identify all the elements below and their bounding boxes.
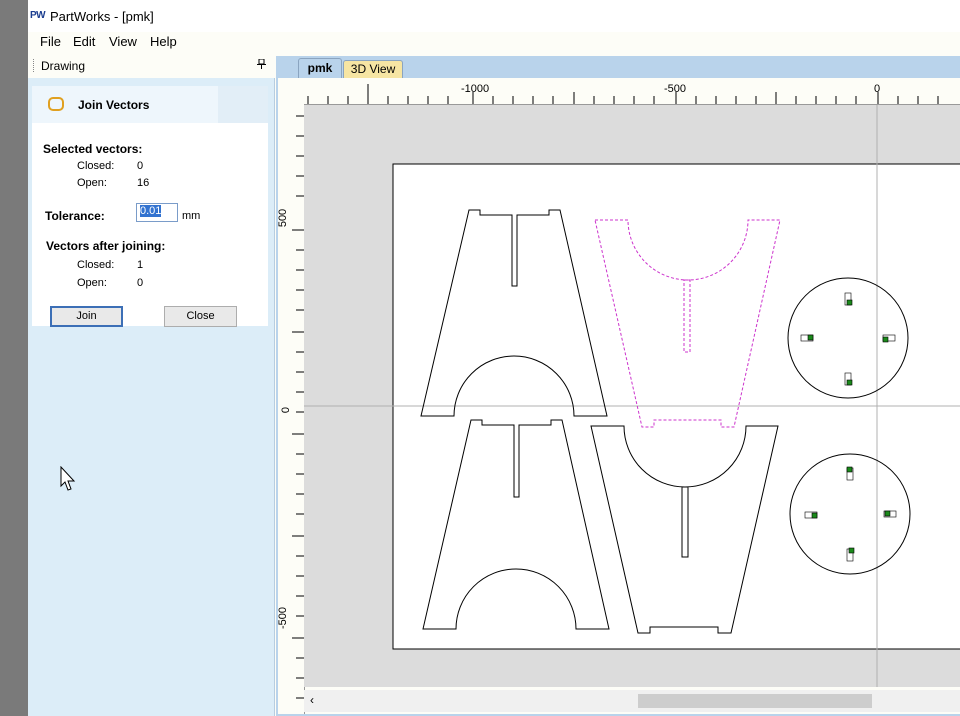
horizontal-scrollbar[interactable]: ‹ — [304, 690, 960, 712]
tolerance-value[interactable]: 0.01 — [140, 205, 162, 217]
after-closed-label: Closed: — [77, 259, 115, 271]
h-ruler-label-neg1000: -1000 — [461, 83, 490, 95]
v-ruler-label-0: 0 — [280, 406, 293, 414]
after-open-value: 0 — [137, 277, 144, 289]
after-closed-value: 1 — [137, 259, 144, 271]
horizontal-ruler: -1000 -500 0 — [278, 78, 960, 105]
window-title: PartWorks - [pmk] — [50, 9, 154, 24]
tolerance-label: Tolerance: — [45, 209, 105, 223]
title-bar: PW PartWorks - [pmk] — [28, 0, 960, 32]
mouse-cursor-icon — [60, 465, 76, 495]
join-button[interactable]: Join — [50, 306, 123, 327]
scroll-thumb[interactable] — [638, 694, 872, 708]
header-accent — [218, 86, 268, 123]
selected-open-label: Open: — [77, 177, 107, 189]
join-vectors-title: Join Vectors — [78, 98, 150, 112]
vertical-ruler: 500 0 -500 — [278, 104, 305, 714]
join-vectors-header: Join Vectors — [32, 86, 218, 123]
panel-grip-handle[interactable] — [33, 59, 35, 72]
panel-title: Drawing — [41, 59, 86, 73]
v-ruler-label-500: 500 — [278, 208, 290, 228]
canvas-frame: -1000 -500 0 500 0 -500 ‹ — [278, 78, 960, 714]
selected-closed-label: Closed: — [77, 160, 115, 172]
scroll-left-arrow-icon[interactable]: ‹ — [310, 693, 314, 707]
menu-bar: File Edit View Help — [28, 32, 960, 52]
h-ruler-label-neg500: -500 — [664, 83, 687, 95]
drawing-panel: Join Vectors Selected vectors: Closed: 0… — [28, 78, 275, 716]
view-area: pmk 3D View -1000 -500 0 500 0 -500 ‹ — [276, 56, 960, 716]
after-joining-heading: Vectors after joining: — [46, 239, 166, 253]
app-logo-icon: PW — [30, 10, 46, 21]
selected-open-value: 16 — [137, 177, 150, 189]
selected-closed-value: 0 — [137, 160, 144, 172]
tab-pmk[interactable]: pmk — [298, 58, 342, 78]
tolerance-input[interactable]: 0.01 — [136, 203, 178, 222]
after-open-label: Open: — [77, 277, 107, 289]
join-vectors-form: Join Vectors Selected vectors: Closed: 0… — [32, 86, 268, 327]
menu-help[interactable]: Help — [150, 34, 177, 49]
drawing-canvas[interactable] — [304, 105, 960, 687]
menu-view[interactable]: View — [109, 34, 137, 49]
menu-edit[interactable]: Edit — [73, 34, 95, 49]
app-window: PW PartWorks - [pmk] File Edit View Help… — [28, 0, 960, 716]
pin-icon[interactable] — [257, 58, 266, 72]
tolerance-unit: mm — [182, 210, 201, 222]
join-vectors-icon — [48, 97, 64, 111]
horizontal-ruler-ticks — [307, 84, 939, 104]
v-ruler-label-neg500: -500 — [278, 606, 290, 630]
drawing-panel-header: Drawing — [28, 55, 274, 76]
tab-3d-view[interactable]: 3D View — [343, 60, 403, 78]
h-ruler-label-0: 0 — [874, 83, 881, 95]
selected-vectors-heading: Selected vectors: — [43, 142, 143, 156]
close-button[interactable]: Close — [164, 306, 237, 327]
menu-file[interactable]: File — [40, 34, 61, 49]
